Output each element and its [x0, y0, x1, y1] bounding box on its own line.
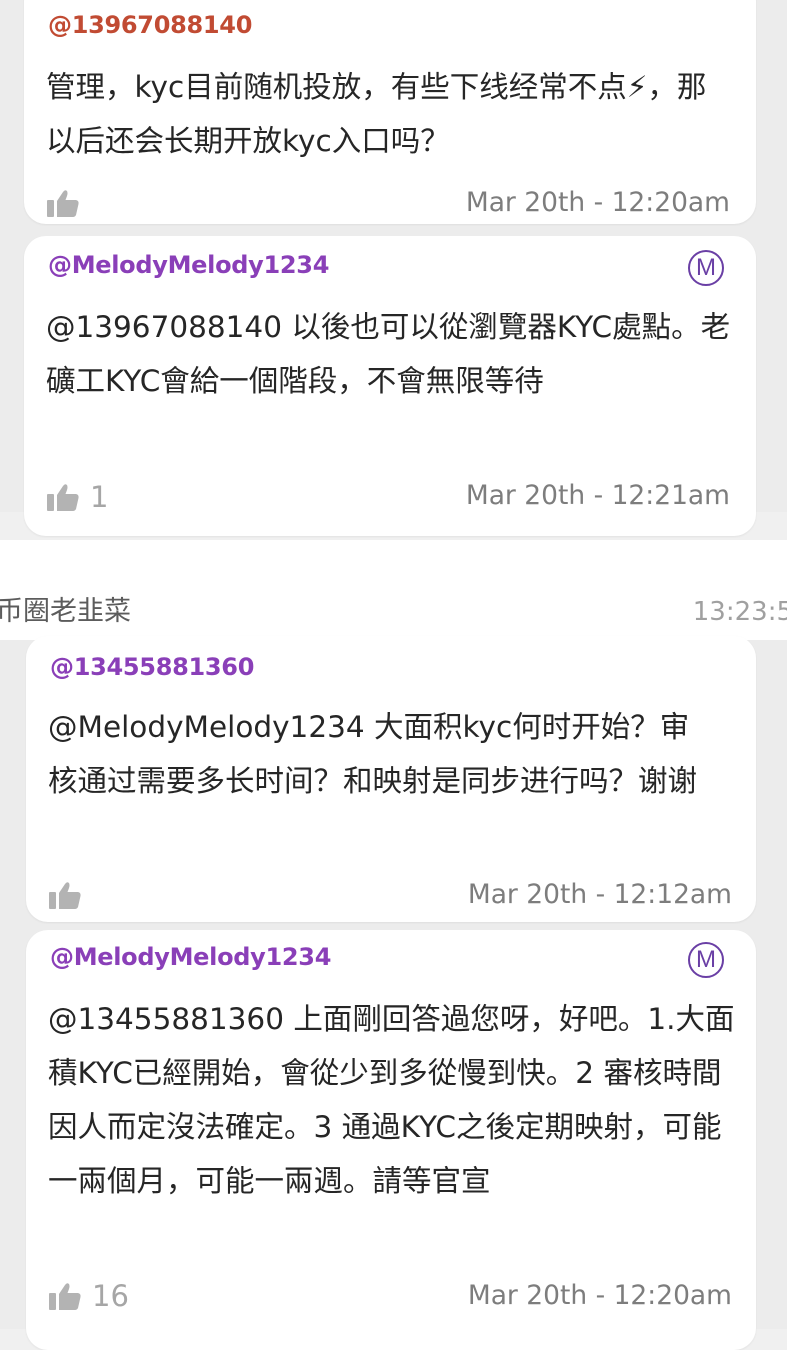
- comment-text: 管理，kyc目前随机投放，有些下线经常不点⚡，那以后还会长期开放kyc入口吗？: [46, 70, 707, 158]
- reply-timestamp: Mar 20th - 12:20am: [467, 1280, 732, 1311]
- comment-panel-bottom: @13455881360 @MelodyMelody1234 大面积kyc何时开…: [0, 636, 787, 1350]
- chat-message-time: 13:23:5: [692, 597, 787, 627]
- thumbs-up-icon: [47, 484, 79, 511]
- reply-author[interactable]: @MelodyMelody1234: [48, 250, 329, 280]
- reply-text: @13967088140 以後也可以從瀏覽器KYC處點。老礦工KYC會給一個階段…: [46, 310, 731, 398]
- comment-timestamp: Mar 20th - 12:12am: [467, 879, 732, 910]
- thumbs-up-icon: [47, 190, 79, 217]
- chat-sender-name: 币圈老韭菜: [0, 596, 131, 627]
- comment-card: @13455881360 @MelodyMelody1234 大面积kyc何时开…: [26, 636, 756, 922]
- thumbs-up-icon: [49, 1283, 81, 1310]
- comment-panel-top: @13967088140 管理，kyc目前随机投放，有些下线经常不点⚡，那以后还…: [0, 0, 787, 536]
- comment-card: @13967088140 管理，kyc目前随机投放，有些下线经常不点⚡，那以后还…: [24, 0, 756, 224]
- reply-card: @MelodyMelody1234 M @13967088140 以後也可以從瀏…: [24, 236, 756, 536]
- reply-timestamp: Mar 20th - 12:21am: [465, 480, 730, 511]
- reply-text: @13455881360 上面剛回答過您呀，好吧。1.大面積KYC已經開始，會從…: [48, 1002, 735, 1198]
- like-button[interactable]: [48, 880, 92, 910]
- like-count: 1: [90, 480, 109, 514]
- reply-card: @MelodyMelody1234 M @13455881360 上面剛回答過您…: [26, 930, 756, 1350]
- moderator-badge-icon: M: [688, 250, 724, 286]
- like-button[interactable]: 1: [46, 481, 108, 513]
- like-button[interactable]: 16: [48, 1280, 129, 1312]
- thumbs-up-icon: [49, 882, 81, 909]
- comment-text: @MelodyMelody1234 大面积kyc何时开始？审核通过需要多长时间？…: [48, 710, 698, 798]
- like-button[interactable]: [46, 188, 90, 218]
- reply-author[interactable]: @MelodyMelody1234: [50, 942, 331, 972]
- comment-author[interactable]: @13455881360: [50, 652, 254, 682]
- comment-author[interactable]: @13967088140: [48, 10, 252, 40]
- like-count: 16: [92, 1279, 129, 1313]
- moderator-badge-icon: M: [688, 942, 724, 978]
- comment-timestamp: Mar 20th - 12:20am: [465, 187, 730, 218]
